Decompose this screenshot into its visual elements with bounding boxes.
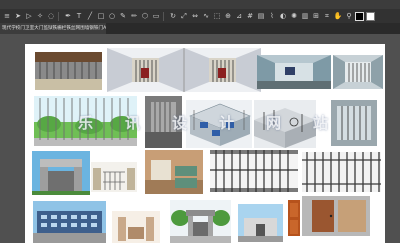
toolbar-divider	[163, 11, 164, 21]
menu-icon[interactable]: ≡	[3, 12, 11, 20]
watermark-char: 设	[171, 113, 187, 132]
blend-icon[interactable]: ◐	[279, 12, 287, 20]
pen-icon[interactable]: ✒	[64, 12, 72, 20]
zoom-icon[interactable]: ⚲	[345, 12, 353, 20]
wand-icon[interactable]: ✧	[36, 12, 44, 20]
ellipse-icon[interactable]: ○	[108, 12, 116, 20]
watermark-char: 讯	[124, 113, 140, 132]
illustration-gate-fence[interactable]	[35, 52, 102, 90]
illustration-school-gate[interactable]	[32, 151, 90, 195]
artboard-icon[interactable]: ⊞	[312, 12, 320, 20]
illustration-station-interior[interactable]	[257, 55, 331, 89]
watermark-char: 站	[312, 113, 328, 132]
watermark: 乐 讯 设 计 网 站	[78, 113, 328, 132]
mesh-icon[interactable]: #	[246, 12, 254, 20]
width-icon[interactable]: ⇔	[191, 12, 199, 20]
stroke-color-swatch[interactable]	[366, 11, 375, 21]
slice-icon[interactable]: ⌗	[323, 12, 331, 20]
illustration-door-frame[interactable]	[302, 196, 370, 236]
graph-icon[interactable]: ▥	[301, 12, 309, 20]
illustration-school-building[interactable]	[33, 201, 106, 243]
watermark-char: 网	[265, 113, 281, 132]
illustration-wooden-door[interactable]	[288, 200, 300, 236]
artboard[interactable]	[25, 44, 385, 243]
gradient-icon[interactable]: ▤	[257, 12, 265, 20]
type-icon[interactable]: T	[75, 12, 83, 20]
warp-icon[interactable]: ∿	[202, 12, 210, 20]
illustration-cell-room[interactable]	[333, 55, 383, 89]
document-tab[interactable]: 现代学校门卫室大门监狱铁栅栏铁丝网围墙钢铁门AI矢量素材 @ 50% (RGB/…	[0, 23, 106, 34]
illustration-prison-corridor[interactable]	[107, 48, 261, 92]
document-tab-bar: 现代学校门卫室大门监狱铁栅栏铁丝网围墙钢铁门AI矢量素材 @ 50% (RGB/…	[0, 23, 400, 34]
brush-icon[interactable]: ✎	[119, 12, 127, 20]
illustration-gate-pillars[interactable]	[112, 211, 160, 243]
illustration-sliding-gate[interactable]	[91, 162, 137, 192]
illustration-bunk-room[interactable]	[145, 150, 203, 194]
toolbar-divider	[58, 11, 59, 21]
illustration-steel-bars[interactable]	[302, 152, 381, 192]
lasso-icon[interactable]: ◌	[47, 12, 55, 20]
eyedropper-icon[interactable]: ⌇	[268, 12, 276, 20]
perspective-icon[interactable]: ⊿	[235, 12, 243, 20]
watermark-char: 乐	[78, 113, 94, 132]
move-icon[interactable]: ➤	[14, 12, 22, 20]
rotate-icon[interactable]: ↻	[169, 12, 177, 20]
rectangle-icon[interactable]: □	[97, 12, 105, 20]
illustration-blue-sky-building[interactable]	[238, 204, 283, 242]
watermark-char: 计	[218, 113, 234, 132]
free-transform-icon[interactable]: ⬚	[213, 12, 221, 20]
illustration-iron-gate[interactable]	[210, 150, 298, 192]
illustration-campus-gate[interactable]	[170, 200, 231, 243]
pencil-icon[interactable]: ✏	[130, 12, 138, 20]
tools-toolbar: ≡ ➤ ▷ ✧ ◌ ✒ T ╱ □ ○ ✎ ✏ ⬡ ▭ ↻ ⤢ ⇔ ∿ ⬚ ⊕ …	[0, 9, 400, 23]
eraser-icon[interactable]: ▭	[152, 12, 160, 20]
shape-builder-icon[interactable]: ⊕	[224, 12, 232, 20]
selection-icon[interactable]: ▷	[25, 12, 33, 20]
symbol-sprayer-icon[interactable]: ✺	[290, 12, 298, 20]
hand-icon[interactable]: ✋	[334, 12, 343, 20]
shaper-icon[interactable]: ⬡	[141, 12, 149, 20]
menu-bar	[0, 0, 400, 9]
illustration-window-bars[interactable]	[331, 100, 377, 146]
scale-icon[interactable]: ⤢	[180, 12, 188, 20]
fill-color-swatch[interactable]	[355, 11, 364, 21]
line-icon[interactable]: ╱	[86, 12, 94, 20]
